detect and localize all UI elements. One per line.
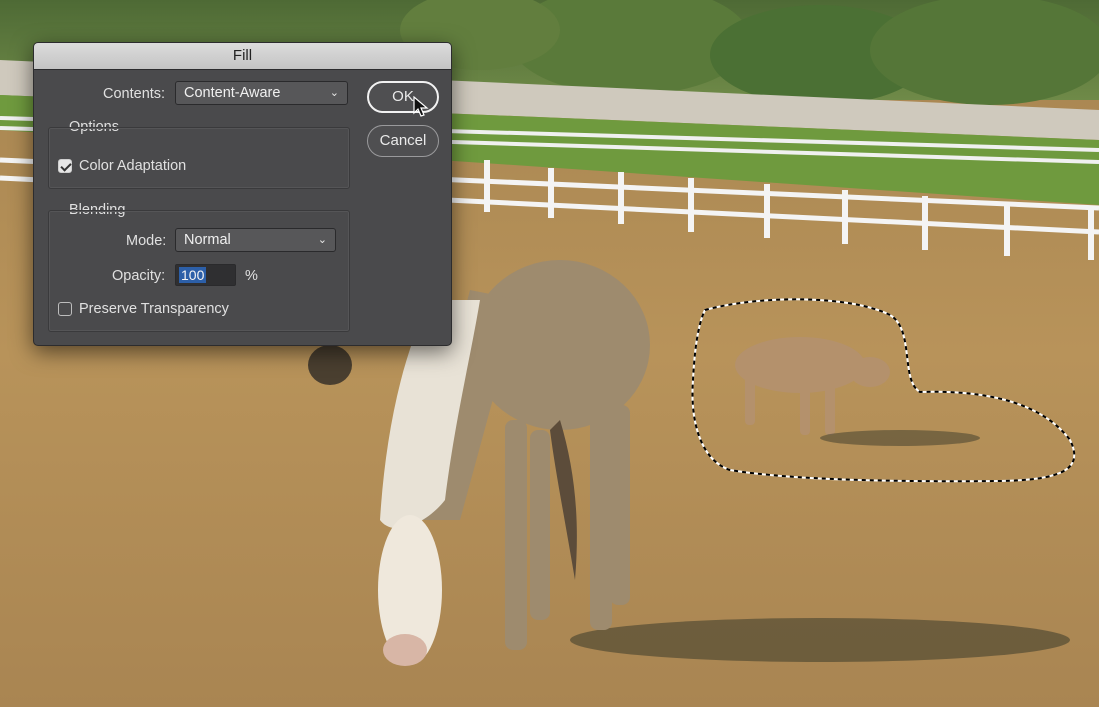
contents-label: Contents: (103, 86, 166, 102)
preserve-transparency-label[interactable]: Preserve Transparency (79, 301, 229, 317)
opacity-unit: % (245, 268, 258, 284)
opacity-value: 100 (179, 267, 207, 283)
color-adaptation-checkbox[interactable] (58, 159, 72, 173)
cancel-button[interactable]: Cancel (367, 125, 439, 157)
dialog-title: Fill (34, 43, 451, 70)
mode-label: Mode: (126, 233, 167, 249)
opacity-input[interactable]: 100 (175, 264, 236, 286)
chevron-down-icon: ⌄ (317, 234, 327, 246)
contents-select[interactable]: Content-Aware ⌄ (175, 81, 348, 105)
cancel-button-label: Cancel (379, 132, 427, 149)
preserve-transparency-checkbox[interactable] (58, 302, 72, 316)
chevron-down-icon: ⌄ (329, 87, 339, 99)
color-adaptation-label[interactable]: Color Adaptation (79, 158, 186, 174)
mode-select[interactable]: Normal ⌄ (175, 228, 336, 252)
ok-button-label: OK (392, 88, 414, 105)
opacity-label: Opacity: (112, 268, 166, 284)
mode-value: Normal (184, 232, 231, 248)
fill-dialog: Fill Contents: Content-Aware ⌄ OK Cancel… (33, 42, 452, 346)
mouse-pointer-icon (413, 96, 429, 117)
contents-value: Content-Aware (184, 85, 281, 101)
